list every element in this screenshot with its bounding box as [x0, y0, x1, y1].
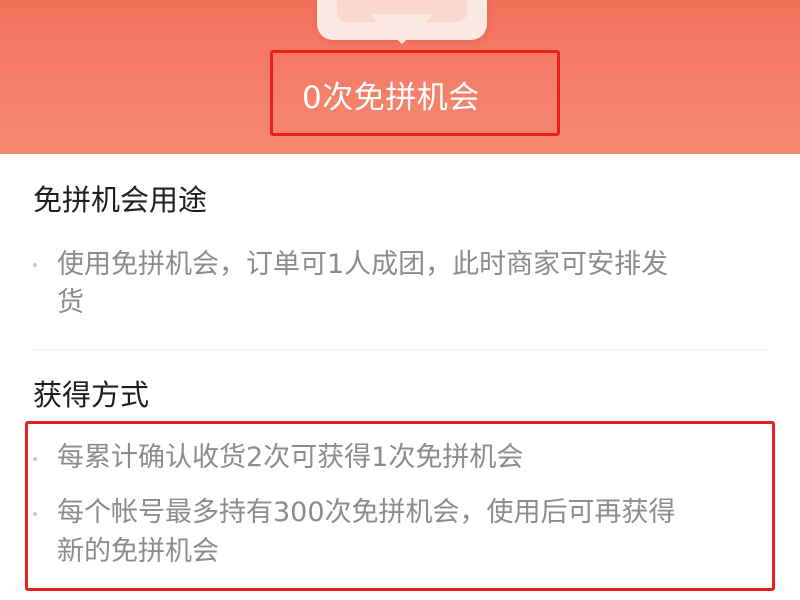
bullet-dot [33, 512, 37, 516]
header-banner: 0次免拼机会 [0, 0, 800, 154]
page: 0次免拼机会 免拼机会用途 使用免拼机会，订单可1人成团，此时商家可安排发 货 … [0, 0, 800, 600]
obtain-item-2-line-1: 每个帐号最多持有300次免拼机会，使用后可再获得 [57, 497, 676, 528]
usage-item-line-1: 使用免拼机会，订单可1人成团，此时商家可安排发 [57, 249, 669, 280]
bullet-dot [33, 263, 37, 267]
chance-count-label: 0次免拼机会 [302, 80, 480, 116]
obtain-section-title: 获得方式 [33, 378, 150, 412]
obtain-item-2-line-2: 新的免拼机会 [57, 536, 219, 567]
section-divider [33, 349, 767, 350]
usage-section-title: 免拼机会用途 [33, 183, 208, 217]
usage-item-line-2: 货 [57, 287, 84, 318]
bullet-dot [33, 457, 37, 461]
obtain-item-1: 每累计确认收货2次可获得1次免拼机会 [57, 442, 524, 473]
